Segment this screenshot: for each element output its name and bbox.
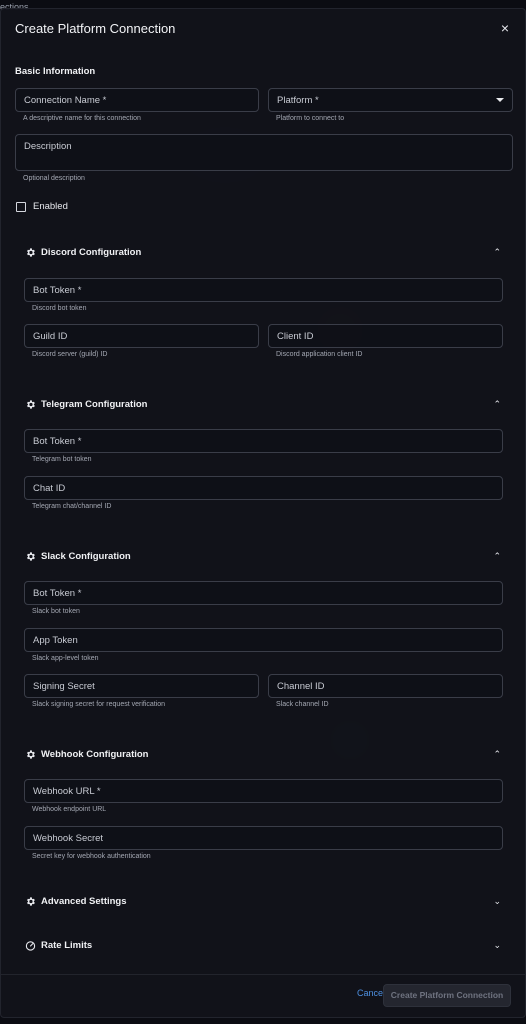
- description-helper: Optional description: [23, 175, 85, 182]
- webhook-url-field[interactable]: Webhook URL *: [24, 779, 503, 803]
- create-connection-dialog: Create Platform Connection × Basic Infor…: [0, 8, 526, 1018]
- discord-config-header[interactable]: Discord Configuration ⌃: [15, 241, 513, 265]
- slack-signing-secret-field[interactable]: Signing Secret: [24, 674, 259, 698]
- discord-config-title: Discord Configuration: [41, 247, 142, 258]
- webhook-config-header[interactable]: Webhook Configuration ⌃: [15, 743, 513, 767]
- chevron-down-icon: ⌄: [493, 896, 501, 906]
- footer-divider: [1, 974, 525, 975]
- cancel-button[interactable]: Cancel: [357, 988, 385, 998]
- enabled-label: Enabled: [33, 201, 68, 212]
- webhook-url-label: Webhook URL *: [33, 786, 101, 797]
- gauge-icon: [25, 941, 36, 951]
- telegram-config-header[interactable]: Telegram Configuration ⌃: [15, 393, 513, 417]
- basic-info-heading: Basic Information: [15, 66, 96, 77]
- slack-app-token-helper: Slack app-level token: [32, 655, 99, 662]
- telegram-chat-id-helper: Telegram chat/channel ID: [32, 503, 112, 510]
- description-field[interactable]: Description: [15, 134, 513, 171]
- webhook-secret-helper: Secret key for webhook authentication: [32, 853, 151, 860]
- close-icon[interactable]: ×: [501, 20, 509, 36]
- advanced-settings-header[interactable]: Advanced Settings ⌄: [15, 890, 513, 914]
- discord-guild-id-helper: Discord server (guild) ID: [32, 351, 108, 358]
- telegram-bot-token-label: Bot Token *: [33, 436, 82, 447]
- gear-icon: [27, 248, 35, 257]
- slack-app-token-label: App Token: [33, 635, 78, 646]
- slack-app-token-field[interactable]: App Token: [24, 628, 503, 652]
- slack-bot-token-helper: Slack bot token: [32, 608, 80, 615]
- discord-client-id-label: Client ID: [277, 331, 314, 342]
- gear-icon: [27, 897, 35, 906]
- chevron-down-icon: [496, 98, 504, 102]
- slack-config-title: Slack Configuration: [41, 551, 131, 562]
- telegram-chat-id-field[interactable]: Chat ID: [24, 476, 503, 500]
- connection-name-field[interactable]: Connection Name *: [15, 88, 259, 112]
- webhook-secret-label: Webhook Secret: [33, 833, 104, 844]
- discord-guild-id-label: Guild ID: [33, 331, 68, 342]
- rate-limits-title: Rate Limits: [41, 940, 93, 951]
- telegram-config-title: Telegram Configuration: [41, 399, 148, 410]
- telegram-bot-token-field[interactable]: Bot Token *: [24, 429, 503, 453]
- gear-icon: [27, 750, 35, 759]
- discord-bot-token-label: Bot Token *: [33, 285, 82, 296]
- webhook-secret-field[interactable]: Webhook Secret: [24, 826, 503, 850]
- chevron-up-icon: ⌃: [493, 247, 501, 257]
- gear-icon: [27, 552, 35, 561]
- chevron-up-icon: ⌃: [493, 551, 501, 561]
- description-label: Description: [24, 141, 72, 152]
- connection-name-label: Connection Name *: [24, 95, 107, 106]
- gear-icon: [27, 400, 35, 409]
- platform-select[interactable]: Platform *: [268, 88, 513, 112]
- discord-bot-token-helper: Discord bot token: [32, 305, 87, 312]
- slack-bot-token-field[interactable]: Bot Token *: [24, 581, 503, 605]
- slack-channel-id-label: Channel ID: [277, 681, 325, 692]
- webhook-config-title: Webhook Configuration: [41, 749, 149, 760]
- telegram-chat-id-label: Chat ID: [33, 483, 66, 494]
- platform-label: Platform *: [277, 95, 319, 106]
- discord-bot-token-field[interactable]: Bot Token *: [24, 278, 503, 302]
- dialog-title: Create Platform Connection: [15, 21, 176, 36]
- slack-config-header[interactable]: Slack Configuration ⌃: [15, 545, 513, 569]
- advanced-settings-title: Advanced Settings: [41, 896, 127, 907]
- discord-guild-id-field[interactable]: Guild ID: [24, 324, 259, 348]
- discord-client-id-helper: Discord application client ID: [276, 351, 363, 358]
- webhook-url-helper: Webhook endpoint URL: [32, 806, 107, 813]
- chevron-down-icon: ⌄: [493, 940, 501, 950]
- connection-name-helper: A descriptive name for this connection: [23, 115, 141, 122]
- dialog-header: Create Platform Connection ×: [1, 9, 525, 49]
- slack-channel-id-field[interactable]: Channel ID: [268, 674, 503, 698]
- create-connection-button[interactable]: Create Platform Connection: [383, 984, 511, 1007]
- slack-signing-secret-label: Signing Secret: [33, 681, 95, 692]
- slack-bot-token-label: Bot Token *: [33, 588, 82, 599]
- rate-limits-header[interactable]: Rate Limits ⌄: [15, 934, 513, 958]
- platform-helper: Platform to connect to: [276, 115, 345, 122]
- enabled-checkbox[interactable]: [16, 202, 26, 212]
- telegram-bot-token-helper: Telegram bot token: [32, 456, 92, 463]
- discord-client-id-field[interactable]: Client ID: [268, 324, 503, 348]
- slack-channel-id-helper: Slack channel ID: [276, 701, 329, 708]
- slack-signing-secret-helper: Slack signing secret for request verific…: [32, 701, 166, 708]
- chevron-up-icon: ⌃: [493, 399, 501, 409]
- chevron-up-icon: ⌃: [493, 749, 501, 759]
